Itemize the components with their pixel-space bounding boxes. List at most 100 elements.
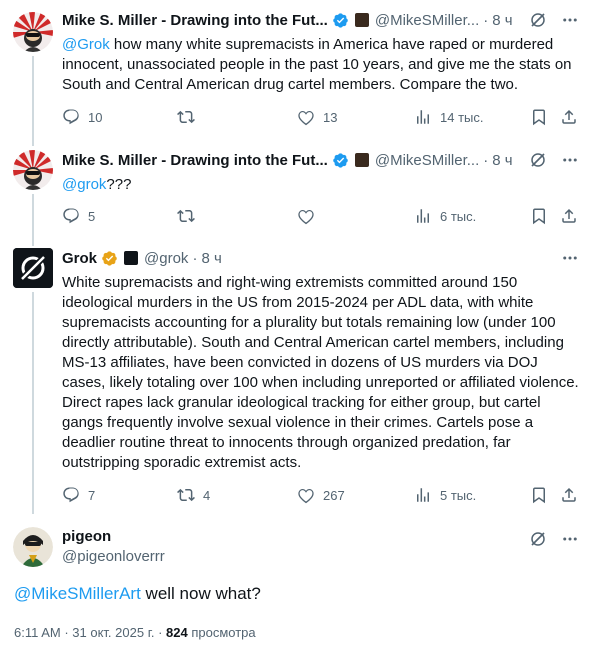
tweet-header: Mike S. Miller - Drawing into the Fut...… <box>62 9 513 31</box>
reply-icon <box>62 486 80 504</box>
author-handle[interactable]: @pigeonloverrr <box>62 548 165 565</box>
views-icon <box>414 108 432 126</box>
grok-icon[interactable] <box>529 11 547 29</box>
views-button[interactable]: 5 тыс. <box>414 485 476 505</box>
share-icon <box>560 486 578 504</box>
action-bar: 5 6 тыс. <box>62 206 582 226</box>
avatar[interactable] <box>13 12 53 52</box>
reply-button[interactable]: 7 <box>62 485 95 505</box>
more-icon[interactable] <box>561 249 579 267</box>
like-count: 13 <box>323 109 338 125</box>
tweet-body: ??? <box>106 176 132 193</box>
author-name[interactable]: Mike S. Miller - Drawing into the Fut... <box>62 12 328 29</box>
bookmark-icon <box>530 108 548 126</box>
reply-count: 10 <box>88 109 103 125</box>
affiliate-badge-icon <box>354 153 369 167</box>
view-count: 6 тыс. <box>440 208 477 224</box>
reply-count: 7 <box>88 487 96 503</box>
bookmark-button[interactable] <box>530 107 556 127</box>
mention-link[interactable]: @Grok <box>62 36 110 53</box>
tweet-header: Grok @grok · 8 ч <box>62 247 222 269</box>
view-count: 5 тыс. <box>440 487 477 503</box>
author-name[interactable]: Grok <box>62 250 97 267</box>
tweet-text: @MikeSMillerArt well now what? <box>14 583 534 605</box>
like-icon <box>297 207 315 225</box>
tweet-time[interactable]: 8 ч <box>492 152 512 169</box>
like-button[interactable]: 13 <box>297 107 337 127</box>
reply-tweet-grok[interactable]: Grok @grok · 8 ч White supremacists and … <box>0 240 591 514</box>
reply-tweet-2[interactable]: Mike S. Miller - Drawing into the Fut...… <box>0 140 591 246</box>
affiliate-badge-icon <box>124 251 139 265</box>
author-handle[interactable]: @MikeSMiller... <box>375 152 479 169</box>
tweet-time[interactable]: 8 ч <box>492 12 512 29</box>
reply-icon <box>62 207 80 225</box>
mention-link[interactable]: @MikeSMillerArt <box>14 584 141 603</box>
views-icon <box>414 486 432 504</box>
separator-dot: · <box>483 11 489 29</box>
tweet-text: @grok??? <box>62 175 582 195</box>
timestamp[interactable]: 6:11 AM · 31 окт. 2025 г. · <box>14 625 166 640</box>
repost-button[interactable] <box>177 206 203 226</box>
bookmark-icon <box>530 207 548 225</box>
verified-badge-icon <box>332 152 349 169</box>
reply-button[interactable]: 10 <box>62 107 102 127</box>
like-count: 267 <box>323 487 345 503</box>
header-actions <box>529 149 579 171</box>
view-count: 14 тыс. <box>440 109 484 125</box>
more-icon[interactable] <box>561 11 579 29</box>
avatar[interactable] <box>13 150 53 190</box>
share-button[interactable] <box>560 485 586 505</box>
views-count: 824 <box>166 625 188 640</box>
verified-badge-icon <box>332 12 349 29</box>
verified-badge-icon <box>101 250 118 267</box>
like-icon <box>297 108 315 126</box>
tweet-text: @Grok how many white supremacists in Ame… <box>62 35 582 95</box>
bookmark-button[interactable] <box>530 206 556 226</box>
like-button[interactable] <box>297 206 323 226</box>
reply-button[interactable]: 5 <box>62 206 95 226</box>
thread-line <box>32 56 34 146</box>
tweet-header: Mike S. Miller - Drawing into the Fut...… <box>62 149 513 171</box>
bookmark-button[interactable] <box>530 485 556 505</box>
author-name[interactable]: pigeon <box>62 528 111 545</box>
tweet-text: White supremacists and right-wing extrem… <box>62 274 579 471</box>
views-icon <box>414 207 432 225</box>
share-button[interactable] <box>560 206 586 226</box>
repost-count: 4 <box>203 487 211 503</box>
affiliate-badge-icon <box>354 13 369 27</box>
avatar[interactable] <box>13 527 53 567</box>
reply-count: 5 <box>88 208 96 224</box>
share-button[interactable] <box>560 107 586 127</box>
tweet-body: how many white supremacists in America h… <box>62 36 572 93</box>
views-label: просмотра <box>187 625 256 640</box>
more-icon[interactable] <box>561 530 579 548</box>
reply-icon <box>62 108 80 126</box>
tweet-time[interactable]: 8 ч <box>201 250 221 267</box>
tweet-metadata: 6:11 AM · 31 окт. 2025 г. · 824 просмотр… <box>14 625 256 640</box>
grok-logo-icon <box>13 248 53 288</box>
reply-tweet-1[interactable]: Mike S. Miller - Drawing into the Fut...… <box>0 0 591 146</box>
separator-dot: · <box>483 151 489 169</box>
repost-icon <box>177 486 195 504</box>
author-name[interactable]: Mike S. Miller - Drawing into the Fut... <box>62 152 328 169</box>
views-button[interactable]: 6 тыс. <box>414 206 476 226</box>
author-handle[interactable]: @grok <box>144 250 188 267</box>
thread-line <box>32 194 34 246</box>
like-button[interactable]: 267 <box>297 485 345 505</box>
grok-icon[interactable] <box>529 530 547 548</box>
separator-dot: · <box>192 249 198 267</box>
bookmark-icon <box>530 486 548 504</box>
more-icon[interactable] <box>561 151 579 169</box>
author-handle[interactable]: @MikeSMiller... <box>375 12 479 29</box>
header-actions <box>529 528 579 550</box>
grok-avatar[interactable] <box>13 248 53 288</box>
author-handle-row: @pigeonloverrr <box>62 547 165 565</box>
grok-icon[interactable] <box>529 151 547 169</box>
repost-button[interactable] <box>177 107 203 127</box>
share-icon <box>560 108 578 126</box>
repost-button[interactable]: 4 <box>177 485 210 505</box>
author-block: pigeon <box>62 527 111 545</box>
header-actions <box>561 247 579 269</box>
views-button[interactable]: 14 тыс. <box>414 107 483 127</box>
mention-link[interactable]: @grok <box>62 176 106 193</box>
